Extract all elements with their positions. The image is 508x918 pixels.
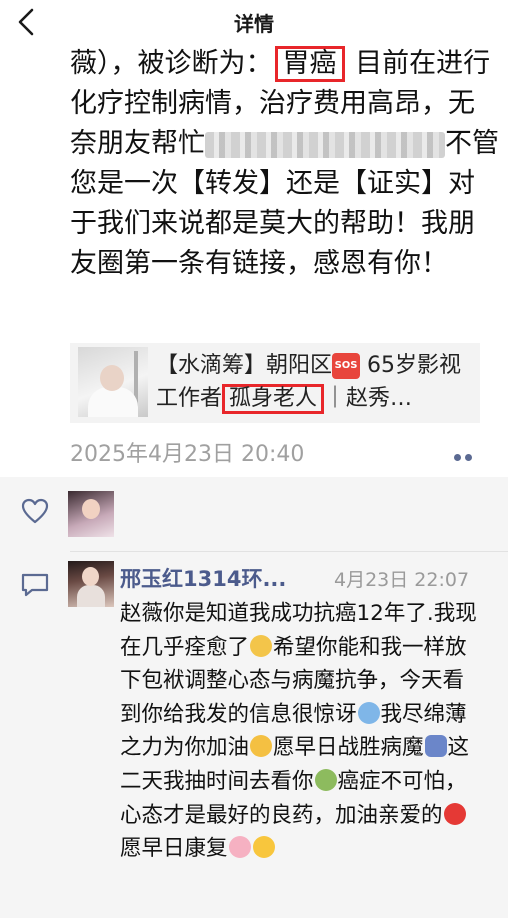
- comment-part-7: 愿早日康复: [120, 836, 228, 862]
- link-thumbnail: [78, 347, 148, 417]
- sun-emoji-icon: [252, 836, 275, 859]
- avatar[interactable]: [68, 561, 114, 607]
- post-timestamp: 2025年4月23日 20:40: [70, 442, 305, 467]
- highlight-box-diagnosis: 胃癌: [274, 46, 345, 82]
- more-options-icon[interactable]: [454, 446, 486, 461]
- pig-emoji-icon: [228, 836, 251, 859]
- red-heart-emoji-icon: [443, 802, 466, 825]
- page-title: 详情: [234, 12, 274, 36]
- nav-bar: 详情: [0, 0, 508, 46]
- blurred-text: [205, 131, 445, 158]
- post-body: 薇），被诊断为： 胃癌 目前在进行化疗控制病情，治疗费用高昂，无奈朋友帮忙 不管您是…: [70, 44, 500, 284]
- comment-text: 赵薇你是知道我成功抗癌12年了.我现在几乎痊愈了 希望你能和我一样放下包袱调整心态…: [120, 597, 480, 866]
- liker-avatar[interactable]: [68, 491, 114, 537]
- heart-icon: [21, 498, 49, 524]
- hug-emoji-icon: [314, 768, 337, 791]
- shocked-emoji-icon: [357, 701, 380, 724]
- divider: [70, 551, 508, 552]
- post-text: 薇），被诊断为： 胃癌 目前在进行化疗控制病情，治疗费用高昂，无奈朋友帮忙 不管您是…: [70, 44, 500, 284]
- link-text-c: ｜赵秀…: [324, 386, 413, 411]
- fundraiser-link-card[interactable]: 【水滴筹】朝阳区 SOS 65岁影视工作者 孤身老人 ｜赵秀…: [70, 343, 480, 423]
- pray-emoji-icon: [250, 634, 273, 657]
- comment-part-4: 愿早日战胜病魔: [273, 735, 424, 761]
- link-text-a: 【水滴筹】朝阳区: [156, 353, 333, 378]
- commenter-name[interactable]: 邢玉红1314环...: [120, 563, 286, 593]
- highlight-box-elderly: 孤身老人: [222, 384, 325, 414]
- sos-icon: SOS: [332, 353, 361, 379]
- people-hug-emoji-icon: [424, 735, 447, 758]
- link-title: 【水滴筹】朝阳区 SOS 65岁影视工作者 孤身老人 ｜赵秀…: [156, 349, 476, 415]
- interactions-panel: 邢玉红1314环... 4月23日 22:07 赵薇你是知道我成功抗癌12年了.…: [0, 477, 508, 918]
- comment-icon: [21, 573, 49, 597]
- comment-time: 4月23日 22:07: [334, 569, 470, 591]
- post-text-1a: 薇），被诊断为：: [70, 48, 273, 79]
- fist-emoji-icon: [250, 735, 273, 758]
